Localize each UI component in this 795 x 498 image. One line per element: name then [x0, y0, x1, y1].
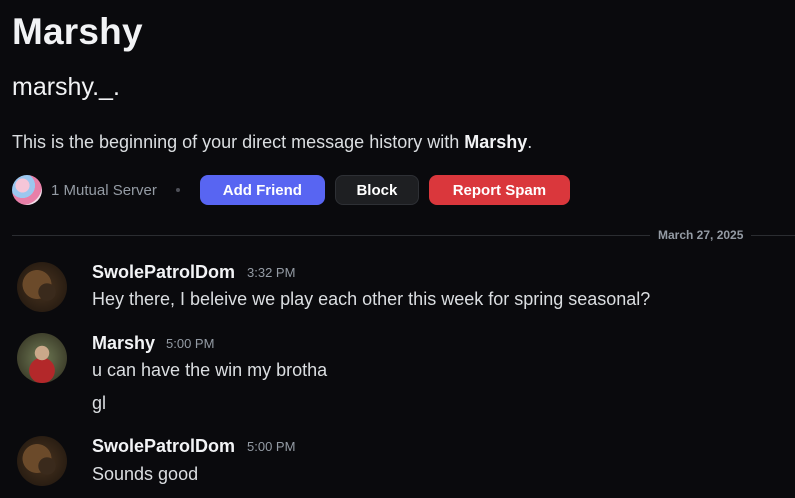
message-text: Sounds good — [92, 464, 199, 484]
dm-intro-text: This is the beginning of your direct mes… — [12, 130, 532, 154]
mutual-server-icon[interactable] — [12, 175, 42, 205]
intro-prefix: This is the beginning of your direct mes… — [12, 132, 465, 152]
message-author[interactable]: Marshy — [92, 332, 155, 354]
message-timestamp: 3:32 PM — [247, 265, 296, 280]
profile-display-name: Marshy — [12, 11, 143, 52]
avatar[interactable] — [17, 436, 67, 486]
avatar[interactable] — [17, 262, 67, 312]
date-divider-label: March 27, 2025 — [650, 227, 752, 243]
dm-channel: Marshy marshy._. This is the beginning o… — [0, 0, 795, 498]
message-timestamp: 5:00 PM — [247, 439, 296, 454]
message-timestamp: 5:00 PM — [166, 336, 215, 351]
block-button[interactable]: Block — [334, 175, 419, 205]
mutual-servers-link[interactable]: 1 Mutual Server — [51, 182, 157, 199]
separator-dot — [175, 188, 180, 192]
message-text: Hey there, I beleive we play each other … — [92, 289, 651, 309]
message-author[interactable]: SwolePatrolDom — [92, 435, 235, 457]
intro-name: Marshy — [464, 132, 528, 152]
report-spam-button[interactable]: Report Spam — [428, 175, 570, 205]
profile-username: marshy._. — [12, 73, 120, 101]
message-author[interactable]: SwolePatrolDom — [92, 261, 235, 283]
add-friend-button[interactable]: Add Friend — [199, 175, 325, 205]
message-text: gl — [92, 393, 107, 413]
intro-suffix: . — [527, 132, 533, 152]
avatar[interactable] — [17, 333, 67, 383]
profile-actions: 1 Mutual Server Add Friend Block Report … — [12, 174, 570, 206]
message-text: u can have the win my brotha — [92, 360, 328, 380]
